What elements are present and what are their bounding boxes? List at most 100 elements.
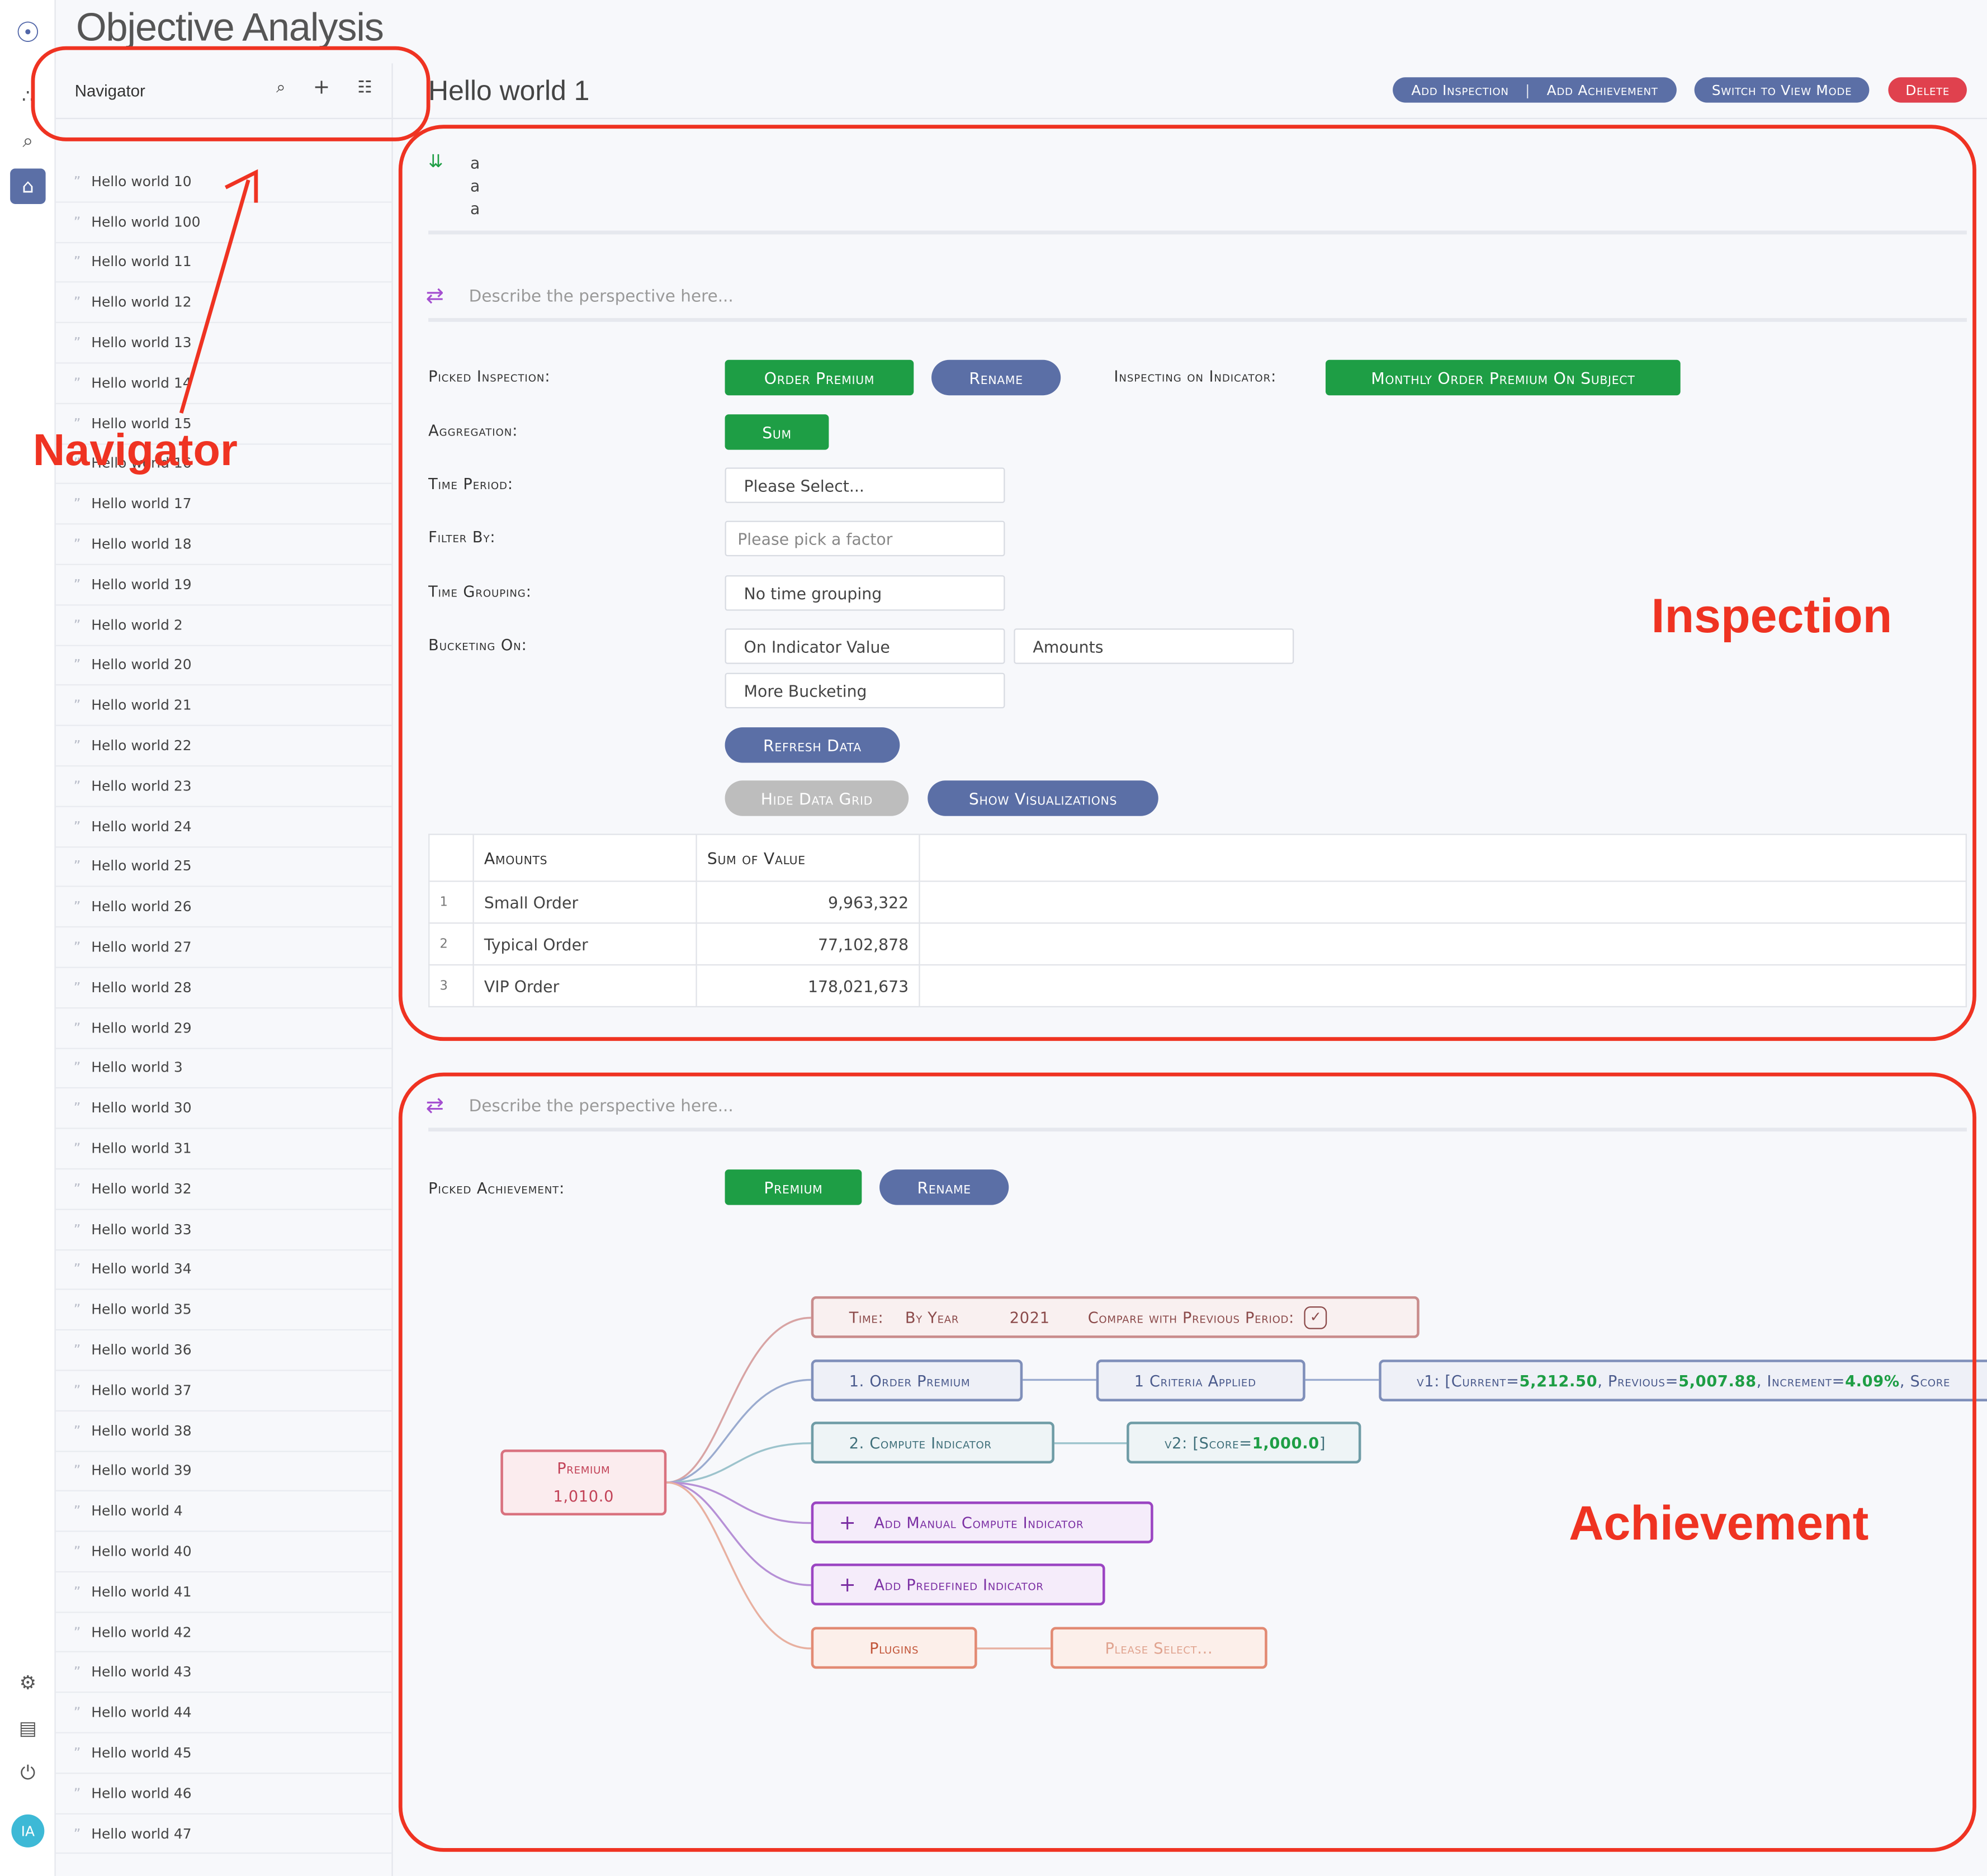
indicator-node[interactable]: 1. Order Premium: [811, 1359, 1023, 1401]
navigator-item[interactable]: ” Hello world 30: [55, 1089, 392, 1129]
navigator-item[interactable]: ” Hello world 17: [55, 485, 392, 525]
navigator-item[interactable]: ” Hello world 2: [55, 605, 392, 646]
navigator-item[interactable]: ” Hello world 14: [55, 364, 392, 404]
compute-indicator-node[interactable]: 2. Compute Indicator: [811, 1422, 1054, 1464]
add-icon[interactable]: +: [313, 75, 330, 99]
navigator-item[interactable]: ” Hello world 43: [55, 1653, 392, 1693]
navigator-item[interactable]: ” Hello world 19: [55, 565, 392, 605]
score-value: 1,000.0: [1252, 1433, 1319, 1452]
criteria-node[interactable]: 1 Criteria Applied: [1096, 1359, 1305, 1401]
add-inspection-button[interactable]: Add Inspection: [1411, 82, 1508, 98]
add-achievement-button[interactable]: Add Achievement: [1547, 82, 1658, 98]
navigator-item[interactable]: ” Hello world 27: [55, 928, 392, 968]
app-title: Objective Analysis: [76, 5, 384, 50]
collapse-icon[interactable]: ☷: [357, 79, 372, 98]
navigator-item-label: Hello world 28: [91, 979, 192, 996]
navigator-item[interactable]: ” Hello world 35: [55, 1290, 392, 1331]
navigator-item-label: Hello world 25: [91, 858, 192, 875]
quote-icon: ”: [73, 617, 81, 633]
avatar[interactable]: IA: [11, 1814, 45, 1847]
navigator-item[interactable]: ” Hello world 23: [55, 766, 392, 807]
achievement-tree-lines: [666, 1316, 1379, 1650]
navigator-item[interactable]: ” Hello world 22: [55, 726, 392, 767]
quote-icon: ”: [73, 375, 81, 392]
quote-icon: ”: [73, 1704, 81, 1721]
navigator-item[interactable]: ” Hello world 12: [55, 283, 392, 324]
navigator-item-label: Hello world 33: [91, 1221, 192, 1238]
quote-icon: ”: [73, 254, 81, 271]
navigator-item[interactable]: ” Hello world 11: [55, 243, 392, 283]
quote-icon: ”: [73, 818, 81, 835]
navigator-item[interactable]: ” Hello world 31: [55, 1129, 392, 1169]
quote-icon: ”: [73, 1019, 81, 1036]
quote-icon: ”: [73, 858, 81, 875]
switch-view-mode-button[interactable]: Switch to View Mode: [1694, 77, 1870, 103]
plus-icon: +: [839, 1572, 857, 1597]
navigator-item[interactable]: ” Hello world 39: [55, 1452, 392, 1492]
navigator-item[interactable]: ” Hello world 37: [55, 1371, 392, 1411]
navigator-item[interactable]: ” Hello world 44: [55, 1693, 392, 1734]
navigator-item[interactable]: ” Hello world 34: [55, 1250, 392, 1291]
quote-icon: ”: [73, 214, 81, 230]
increment-label: , Increment=: [1756, 1371, 1846, 1390]
navigator-item[interactable]: ” Hello world 42: [55, 1613, 392, 1653]
navigator-item[interactable]: ” Hello world 24: [55, 807, 392, 847]
navigator-item[interactable]: ” Hello world 21: [55, 686, 392, 727]
previous-label: , Previous=: [1597, 1371, 1679, 1390]
navigator-item[interactable]: ” Hello world 41: [55, 1572, 392, 1613]
navigator-item[interactable]: ” Hello world 38: [55, 1411, 392, 1452]
navigator-title: Navigator: [74, 81, 145, 101]
navigator-item[interactable]: ” Hello world 46: [55, 1774, 392, 1815]
root-name: Premium: [557, 1460, 611, 1477]
navigator-item[interactable]: ” Hello world 26: [55, 887, 392, 928]
navigator-item[interactable]: ” Hello world 33: [55, 1210, 392, 1250]
quote-icon: ”: [73, 939, 81, 956]
quote-icon: ”: [73, 495, 81, 513]
navigator-item-label: Hello world 27: [91, 939, 192, 956]
navigator-item[interactable]: ” Hello world 25: [55, 847, 392, 888]
navigator-item[interactable]: ” Hello world 100: [55, 202, 392, 243]
navigator-item-label: Hello world 22: [91, 737, 192, 754]
plugins-select[interactable]: Please Select...: [1051, 1627, 1267, 1669]
navigator-item[interactable]: ” Hello world 32: [55, 1169, 392, 1210]
add-predefined-indicator-button[interactable]: + Add Predefined Indicator: [811, 1564, 1105, 1605]
time-year-value[interactable]: 2021: [1010, 1308, 1050, 1326]
add-manual-label: Add Manual Compute Indicator: [874, 1513, 1084, 1532]
quote-icon: ”: [73, 1181, 81, 1197]
navigator-item[interactable]: ” Hello world 4: [55, 1492, 392, 1532]
add-manual-compute-button[interactable]: + Add Manual Compute Indicator: [811, 1501, 1153, 1543]
navigator-item[interactable]: ” Hello world 40: [55, 1532, 392, 1572]
navigator-item[interactable]: ” Hello world 28: [55, 968, 392, 1008]
connected-space-icon[interactable]: ∴: [10, 79, 45, 114]
navigator-item[interactable]: ” Hello world 13: [55, 323, 392, 364]
root-value: 1,010.0: [553, 1487, 614, 1505]
compare-checkbox[interactable]: ✓: [1304, 1305, 1327, 1329]
quote-icon: ”: [73, 1623, 81, 1641]
time-node[interactable]: Time: By Year 2021 Compare with Previous…: [811, 1296, 1420, 1338]
objective-analysis-icon[interactable]: ⌂: [10, 168, 46, 204]
navigator-item[interactable]: ” Hello world 45: [55, 1733, 392, 1774]
logout-icon[interactable]: ⏻: [10, 1755, 45, 1790]
inspection-annotation: Inspection: [1651, 590, 1893, 644]
logo-icon[interactable]: ☉: [10, 15, 45, 50]
page-title[interactable]: Hello world 1: [428, 75, 589, 108]
navigator-item-label: Hello world 17: [91, 495, 192, 513]
navigator-item[interactable]: ” Hello world 20: [55, 646, 392, 686]
navigator-item[interactable]: ” Hello world 29: [55, 1008, 392, 1049]
navigator-item[interactable]: ” Hello world 3: [55, 1049, 392, 1089]
navigator-item-label: Hello world 45: [91, 1745, 192, 1761]
console-icon[interactable]: ▤: [10, 1711, 45, 1746]
navigator-item[interactable]: ” Hello world 10: [55, 162, 392, 203]
settings-icon[interactable]: ⚙: [10, 1665, 45, 1700]
navigator-item[interactable]: ” Hello world 36: [55, 1330, 392, 1371]
navigator-item[interactable]: ” Hello world 18: [55, 525, 392, 565]
quote-icon: ”: [73, 898, 81, 916]
search-icon[interactable]: ⌕: [10, 123, 45, 158]
navigator-item[interactable]: ” Hello world 47: [55, 1814, 392, 1855]
delete-button[interactable]: Delete: [1888, 77, 1967, 103]
plugins-node[interactable]: Plugins: [811, 1627, 977, 1669]
time-grouping-value[interactable]: By Year: [905, 1308, 959, 1326]
achievement-root-node[interactable]: Premium 1,010.0: [500, 1449, 667, 1515]
quote-icon: ”: [73, 1342, 81, 1358]
search-icon[interactable]: ⌕: [276, 79, 286, 98]
